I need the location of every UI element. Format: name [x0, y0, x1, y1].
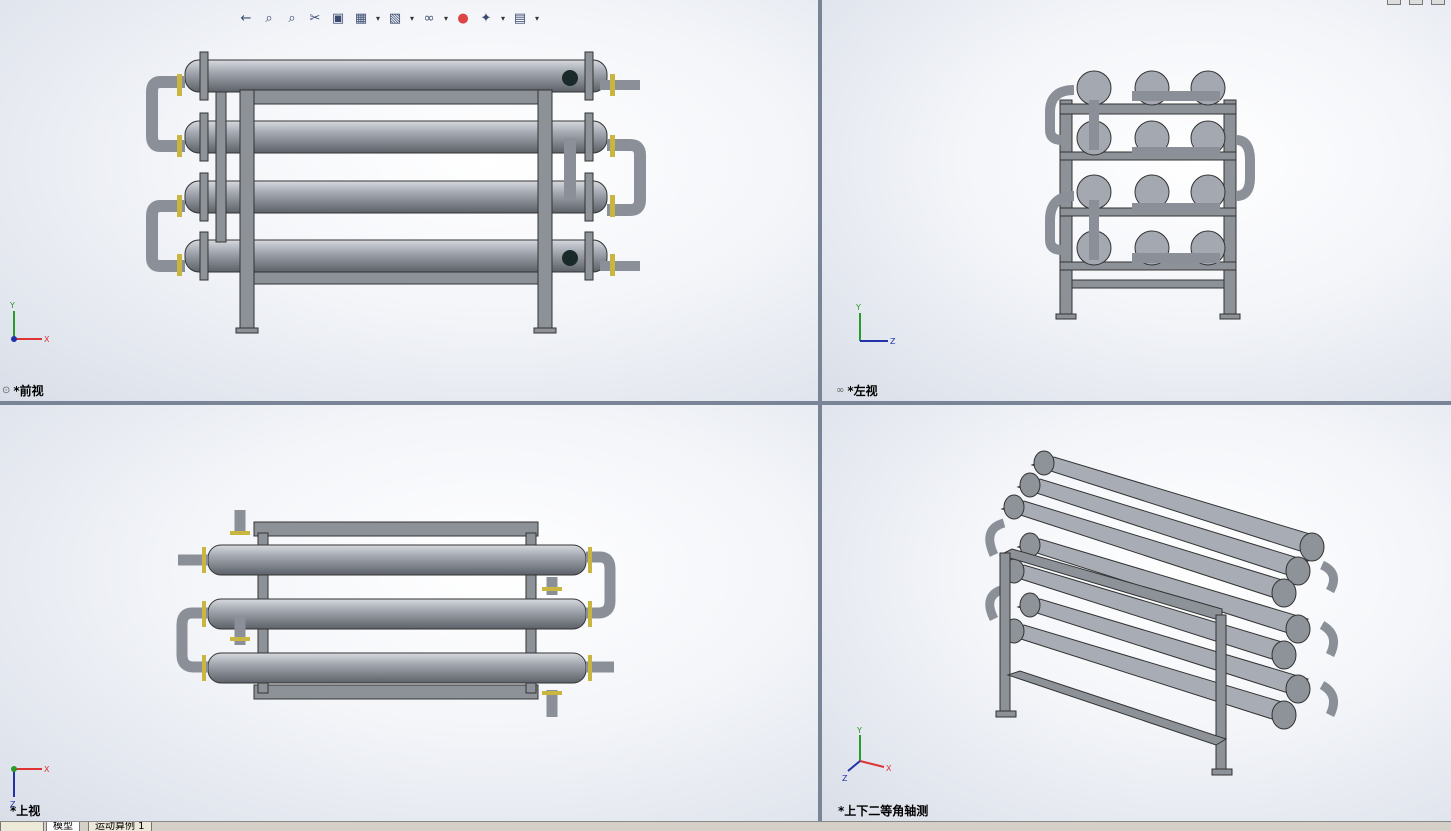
axis-y-label: Y: [855, 303, 861, 312]
link-views-icon[interactable]: ∞: [836, 385, 844, 396]
axis-x-label: X: [44, 765, 50, 774]
front-view-model[interactable]: [0, 0, 818, 401]
view-name: *前视: [13, 384, 44, 398]
tube-bank: [207, 544, 587, 684]
axis-y-label: Y: [856, 726, 862, 735]
nozzle-port: [562, 250, 578, 266]
axis-x-label: X: [886, 764, 892, 773]
isometric-view-model[interactable]: [822, 405, 1451, 821]
axis-z-label: Z: [890, 337, 896, 346]
nozzle-port: [562, 70, 578, 86]
triad-axes: Y Z: [855, 303, 896, 346]
left-view-model[interactable]: [822, 0, 1451, 401]
axis-z-label: Z: [842, 774, 848, 783]
link-views-icon[interactable]: ⊙: [2, 385, 10, 396]
view-name: *上下二等角轴测: [838, 804, 929, 818]
viewport-top[interactable]: Z X *上视: [0, 405, 818, 821]
triad-axes: Y X Z: [842, 726, 892, 783]
viewport-label-left[interactable]: ∞ *左视: [836, 382, 878, 399]
viewport-left[interactable]: Y Z ∞ *左视: [822, 0, 1451, 401]
viewport-front[interactable]: ← ⌕ ⌕ ✂ ▣ ▦ ▾ ▧ ▾ ∞ ▾ ● ✦ ▾ ▤ ▾ Y X ⊙ *前…: [0, 0, 818, 401]
viewport-label-front[interactable]: ⊙ *前视: [2, 382, 44, 399]
viewport-label-isometric[interactable]: *上下二等角轴测: [838, 802, 928, 819]
top-view-model[interactable]: [0, 405, 818, 821]
view-name: *左视: [847, 384, 878, 398]
triad-axes: Y X: [9, 301, 50, 344]
axis-y-label: Y: [9, 301, 15, 310]
viewport-label-top[interactable]: *上视: [10, 802, 40, 819]
axis-x-label: X: [44, 335, 50, 344]
viewport-isometric[interactable]: Y X Z *上下二等角轴测: [822, 405, 1451, 821]
view-name: *上视: [10, 804, 41, 818]
